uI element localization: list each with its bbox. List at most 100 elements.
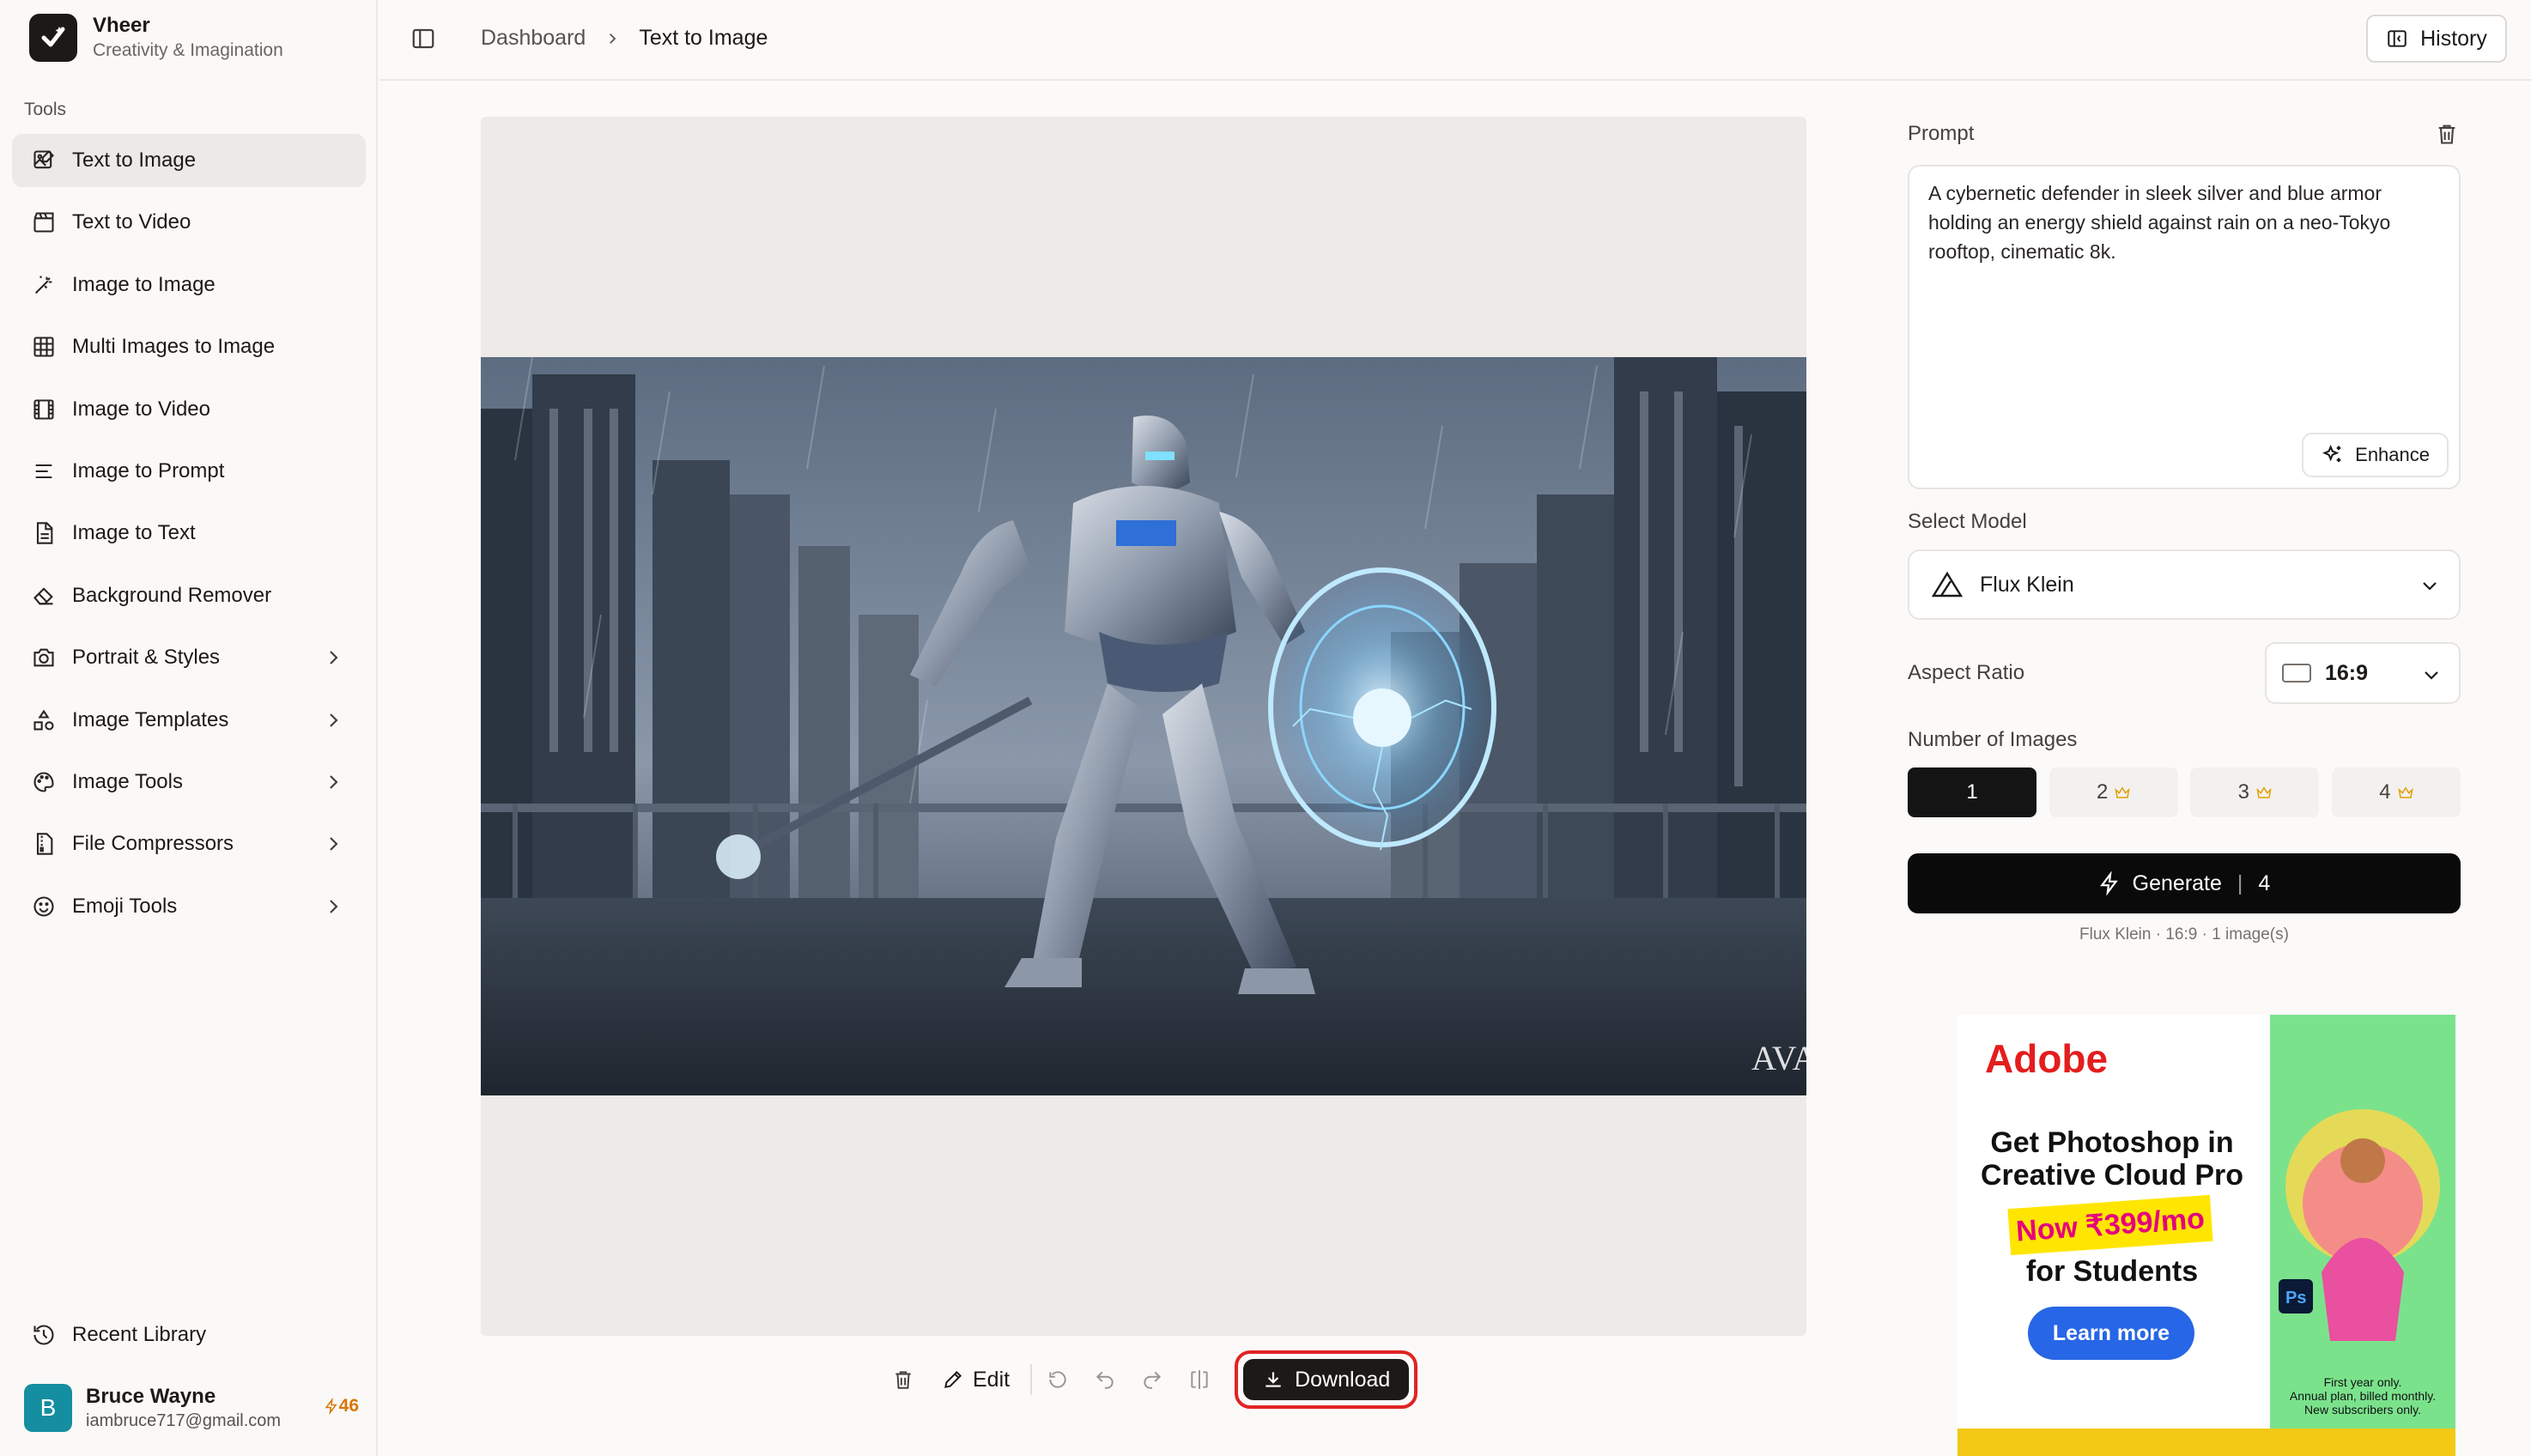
film-icon: [31, 397, 57, 422]
sidebar-item-image-to-prompt[interactable]: Image to Prompt: [12, 445, 366, 498]
ad-brand: Adobe: [1985, 1036, 2109, 1081]
recent-library-label: Recent Library: [72, 1323, 207, 1346]
generated-image[interactable]: AVAE: [481, 357, 1806, 1095]
sparkles-icon: [2321, 443, 2355, 467]
avatar: B: [24, 1384, 72, 1432]
sidebar-item-label: Portrait & Styles: [72, 646, 221, 670]
enhance-label: Enhance: [2355, 444, 2430, 465]
sidebar-item-file-compressors[interactable]: File Compressors: [12, 817, 366, 871]
edit-label: Edit: [973, 1367, 1011, 1392]
sidebar-item-image-to-text[interactable]: Image to Text: [12, 507, 366, 560]
file-zip-icon: [31, 831, 57, 857]
prompt-label: Prompt: [1908, 122, 1975, 145]
prompt-text: A cybernetic defender in sleek silver an…: [1928, 182, 2391, 263]
aspect-ratio-icon: [2282, 664, 2311, 682]
chevron-right-icon: [323, 772, 343, 792]
history-clock-icon: [31, 1322, 57, 1348]
sidebar-item-label: Emoji Tools: [72, 894, 178, 918]
sidebar-item-multi-images[interactable]: Multi Images to Image: [12, 320, 366, 373]
crown-icon: [2256, 786, 2272, 799]
download-label: Download: [1295, 1367, 1391, 1392]
user-profile[interactable]: B Bruce Wayne iambruce717@gmail.com 46: [24, 1382, 359, 1434]
sidebar-item-label: Image to Prompt: [72, 458, 225, 482]
model-select[interactable]: Flux Klein: [1908, 549, 2461, 620]
sidebar-item-image-to-video[interactable]: Image to Video: [12, 383, 366, 436]
brand[interactable]: Vheer Creativity & Imagination: [29, 12, 283, 64]
user-email: iambruce717@gmail.com: [86, 1411, 282, 1430]
undo-icon[interactable]: [1086, 1361, 1124, 1398]
user-name: Bruce Wayne: [86, 1385, 216, 1408]
generate-label: Generate: [2132, 871, 2222, 895]
document-icon: [31, 520, 57, 546]
brand-name: Vheer: [93, 14, 150, 37]
sidebar-item-image-tools[interactable]: Image Tools: [12, 755, 366, 809]
image-edit-icon: [31, 148, 57, 173]
ad-headline-line: Creative Cloud Pro: [1980, 1159, 2244, 1192]
prompt-textarea[interactable]: A cybernetic defender in sleek silver an…: [1908, 165, 2461, 489]
delete-image-icon[interactable]: [884, 1361, 922, 1398]
image-count-selector: 1 2 3 4: [1908, 767, 2461, 817]
count-option-2[interactable]: 2: [2048, 767, 2178, 817]
ad-fine-line: New subscribers only.: [2304, 1403, 2421, 1417]
ad-learn-more-button[interactable]: Learn more: [2028, 1307, 2194, 1360]
sidebar-item-portrait-styles[interactable]: Portrait & Styles: [12, 631, 366, 684]
sidebar-toggle-icon[interactable]: [410, 26, 440, 55]
ad-bottom-strip: [1957, 1429, 2455, 1456]
download-icon: [1262, 1368, 1295, 1391]
flux-model-icon: [1932, 571, 1963, 598]
svg-text:AVAE: AVAE: [1751, 1039, 1806, 1077]
recent-library-link[interactable]: Recent Library: [12, 1308, 366, 1362]
palette-icon: [31, 769, 57, 795]
reset-icon[interactable]: [1039, 1361, 1077, 1398]
image-toolbar: Edit Download: [884, 1350, 1418, 1409]
ad-subtitle: for Students: [2025, 1255, 2199, 1288]
clear-prompt-icon[interactable]: [2435, 122, 2459, 146]
sidebar-item-image-to-image[interactable]: Image to Image: [12, 258, 366, 312]
chevron-down-icon: [2421, 664, 2442, 685]
ad-fine-line: First year only.: [2323, 1375, 2402, 1389]
count-value: 1: [1966, 780, 1978, 804]
history-button[interactable]: History: [2366, 15, 2507, 63]
compare-icon[interactable]: [1181, 1361, 1218, 1398]
brand-tagline: Creativity & Imagination: [93, 40, 283, 60]
top-header: Dashboard Text to Image History: [379, 0, 2531, 81]
sidebar-item-text-to-image[interactable]: Text to Image: [12, 134, 366, 187]
sidebar-item-emoji-tools[interactable]: Emoji Tools: [12, 880, 366, 933]
vheer-logo-icon: [29, 14, 77, 62]
eraser-icon: [31, 583, 57, 609]
breadcrumb-dashboard[interactable]: Dashboard: [481, 26, 586, 51]
count-option-3[interactable]: 3: [2190, 767, 2320, 817]
count-option-1[interactable]: 1: [1908, 767, 2036, 817]
redo-icon[interactable]: [1133, 1361, 1171, 1398]
sidebar-item-label: Multi Images to Image: [72, 335, 276, 359]
history-label: History: [2420, 26, 2487, 51]
ad-headline: Get Photoshop in Creative Cloud Pro: [1957, 1126, 2267, 1192]
edit-button[interactable]: Edit: [942, 1368, 1010, 1392]
sidebar-item-label: Background Remover: [72, 583, 272, 607]
count-value: 3: [2237, 780, 2249, 804]
svg-text:Ps: Ps: [2285, 1289, 2306, 1307]
download-highlight: Download: [1235, 1350, 1418, 1409]
image-canvas: AVAE: [481, 117, 1806, 1336]
ad-illustration: Ps: [2270, 1015, 2455, 1430]
sidebar-item-text-to-video[interactable]: Text to Video: [12, 196, 366, 249]
shapes-icon: [31, 707, 57, 733]
chevron-right-icon: [604, 31, 620, 46]
model-label: Select Model: [1908, 510, 2027, 533]
sidebar-item-label: Image to Image: [72, 272, 215, 296]
grid-icon: [31, 334, 57, 360]
download-button[interactable]: Download: [1243, 1359, 1410, 1400]
generate-button[interactable]: Generate | 4: [1908, 853, 2461, 913]
count-option-4[interactable]: 4: [2331, 767, 2461, 817]
enhance-button[interactable]: Enhance: [2302, 433, 2449, 477]
aspect-ratio-select[interactable]: 16:9: [2265, 642, 2461, 704]
crown-icon: [2398, 786, 2413, 799]
chevron-right-icon: [323, 834, 343, 854]
chevron-right-icon: [323, 647, 343, 668]
generate-cost: 4: [2258, 871, 2271, 895]
sidebar-item-background-remover[interactable]: Background Remover: [12, 569, 366, 622]
advertisement[interactable]: Adobe Get Photoshop in Creative Cloud Pr…: [1957, 1015, 2455, 1430]
breadcrumb-current: Text to Image: [639, 26, 768, 50]
sidebar-item-image-templates[interactable]: Image Templates: [12, 694, 366, 747]
count-value: 4: [2379, 780, 2391, 804]
